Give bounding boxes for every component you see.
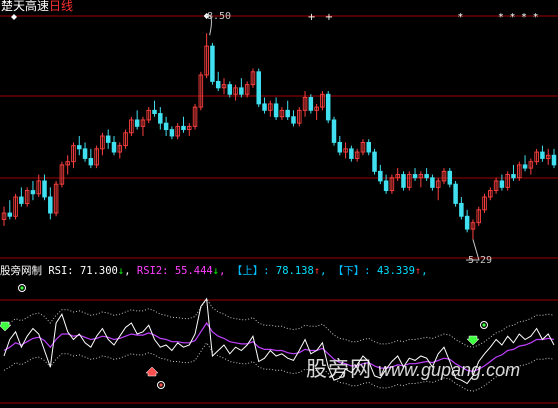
marker-star-icon: * [533,12,538,23]
candle-body [210,45,215,82]
watermark-cn: 股旁网 [306,358,372,381]
stock-name: 楚天高速 [1,0,50,13]
candle-body [48,196,53,214]
marker-star-icon: + [325,12,333,23]
candle-body [430,177,435,188]
candle-body [256,71,261,105]
candle-body [134,119,140,127]
candle-body [105,135,111,143]
separator: , [219,265,226,277]
marker-star-icon: * [458,12,463,23]
candle-body [111,141,117,153]
candle-body [158,113,163,124]
candle-body [42,180,47,198]
watermark: 股旁网 www.gupang.com [306,353,520,383]
candle-body [551,154,557,166]
candle-body [262,103,267,111]
candle-body [499,180,505,188]
rsi2-label: RSI2: [136,265,169,277]
candle-body [285,109,290,118]
candle-body [82,148,88,159]
candle-body [215,80,221,89]
marker-star-icon: + [307,12,315,23]
marker-star-icon: * [522,12,527,23]
candle-body [453,183,458,204]
candle-body [273,103,279,118]
marker-diamond-icon [11,14,17,20]
candle-body [77,145,82,150]
upper-band-label: 【上】: [231,265,270,277]
candle-body [7,212,13,217]
candle-body [401,174,406,188]
chart-title: 楚天高速日线 [1,0,73,13]
separator: , [320,265,327,277]
rsi1-label: RSI: [48,265,74,277]
candle-body [325,93,331,121]
candlestick-series [1,33,557,240]
candle-body [163,122,169,131]
candle-body [19,196,24,204]
lower-band-label: 【下】: [332,265,371,277]
candle-body [88,158,94,166]
low-price-label: 5.29 [468,255,493,266]
candle-body [424,174,429,179]
sell-dot-icon-dot [159,383,163,387]
candle-body [337,141,343,153]
period-label: 日线 [49,0,74,13]
candle-body [464,215,470,230]
marker-star-icon: * [510,12,515,23]
candle-body [181,125,186,131]
lower-band-value: 43.339 [376,265,415,277]
candle-body [152,109,157,114]
separator: , [124,265,131,277]
stock-chart[interactable]: + + * * * * * [0,0,558,408]
candle-body [540,151,545,159]
candle-body [169,129,175,137]
candle-body [366,141,371,153]
candle-body [412,174,418,179]
candle-body [349,148,354,159]
candle-body [378,170,383,182]
rsi1-value: 71.300 [79,265,118,277]
indicator-name: 股旁网制 [0,265,42,277]
high-price-label: 8.50 [207,11,232,22]
candle-body [239,87,244,95]
candle-body [372,151,377,172]
signal-markers: + + * * * * * [11,12,538,23]
candle-body [383,180,389,192]
candle-body [227,84,233,95]
upper-band-value: 78.138 [275,265,314,277]
high-pointer [205,14,480,261]
candle-body [447,170,453,185]
marker-star-icon: * [498,12,503,23]
candle-body [308,97,314,111]
separator: , [421,265,428,277]
candle-body [511,174,516,179]
candle-body [522,164,528,169]
candle-body [331,119,337,143]
candle-body [459,202,464,217]
candle-body [30,190,36,195]
watermark-url: www.gupang.com [378,360,521,380]
candle-body [291,116,296,124]
rsi2-value: 55.444 [174,265,213,277]
chart-grid [0,15,558,404]
buy-arrow-icon [466,335,480,346]
buy-dot-icon-dot [20,286,24,290]
rsi-info-bar: 股旁网制 RSI: 71.300↓, RSI2: 55.444↓, 【上】: 7… [0,265,428,278]
buy-dot-icon-dot [482,323,486,327]
sell-arrow-icon [145,366,159,377]
